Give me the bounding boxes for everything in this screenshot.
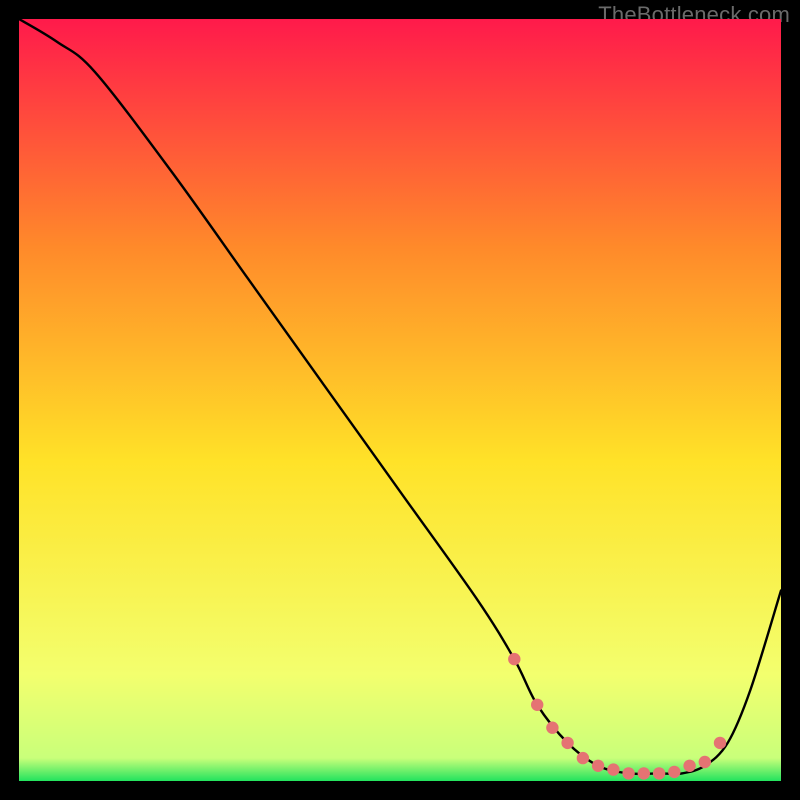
marker-dot: [699, 756, 711, 768]
bottleneck-chart: [19, 19, 781, 781]
marker-dot: [714, 737, 726, 749]
marker-dot: [653, 767, 665, 779]
gradient-background: [19, 19, 781, 781]
marker-dot: [638, 767, 650, 779]
marker-dot: [607, 763, 619, 775]
marker-dot: [546, 722, 558, 734]
chart-stage: TheBottleneck.com: [0, 0, 800, 800]
marker-dot: [592, 760, 604, 772]
marker-dot: [508, 653, 520, 665]
marker-dot: [561, 737, 573, 749]
marker-dot: [577, 752, 589, 764]
marker-dot: [683, 760, 695, 772]
marker-dot: [668, 766, 680, 778]
marker-dot: [622, 767, 634, 779]
marker-dot: [531, 699, 543, 711]
